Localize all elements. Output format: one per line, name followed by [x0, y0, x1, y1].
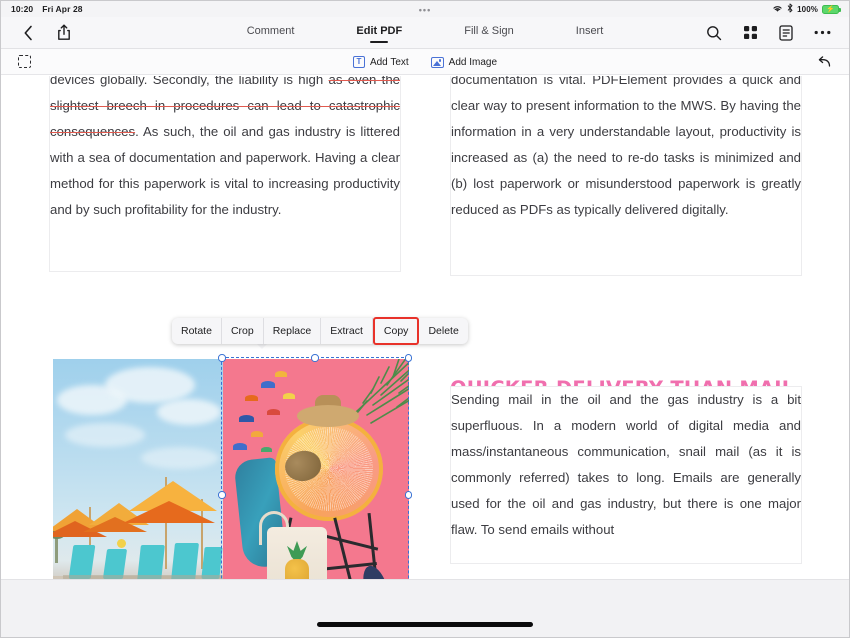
add-text-label: Add Text — [369, 56, 409, 68]
add-image-label: Add Image — [448, 56, 498, 68]
battery-charging-icon: ⚡ — [822, 4, 841, 14]
pink-studio-photo[interactable] — [223, 359, 409, 579]
grid-thumbnails-icon[interactable] — [739, 22, 761, 44]
edit-toolbar: T Add Text Add Image — [1, 49, 849, 75]
context-menu-item-copy[interactable]: Copy — [372, 317, 420, 345]
status-date: Fri Apr 28 — [42, 4, 83, 14]
left-col-line1: devices globally. Secondly, the liabilit… — [50, 76, 324, 87]
more-options-icon[interactable] — [811, 22, 833, 44]
search-icon[interactable] — [703, 22, 725, 44]
document-viewport[interactable]: devices globally. Secondly, the liabilit… — [1, 76, 849, 579]
pdf-editor-app: 10:20 Fri Apr 28 ••• 100% ⚡ Comment Edit… — [0, 0, 850, 638]
bottom-bar — [1, 579, 849, 637]
status-bar: 10:20 Fri Apr 28 ••• 100% ⚡ — [1, 1, 849, 17]
tab-insert[interactable]: Insert — [576, 23, 604, 43]
text-block-right-top[interactable]: documentation is vital. PDFElement provi… — [450, 76, 802, 276]
pdf-page: devices globally. Secondly, the liabilit… — [1, 76, 849, 579]
context-menu-item-replace[interactable]: Replace — [264, 318, 322, 344]
image-row — [53, 359, 409, 579]
home-indicator[interactable] — [317, 622, 533, 627]
tab-comment[interactable]: Comment — [247, 23, 295, 43]
context-menu-item-crop[interactable]: Crop — [222, 318, 264, 344]
page-panel-icon[interactable] — [775, 22, 797, 44]
add-image-icon — [430, 56, 444, 68]
context-menu-item-rotate[interactable]: Rotate — [172, 318, 222, 344]
text-block-left[interactable]: devices globally. Secondly, the liabilit… — [49, 76, 401, 272]
beach-umbrellas-photo[interactable] — [53, 359, 223, 579]
top-toolbar: Comment Edit PDF Fill & Sign Insert — [1, 17, 849, 49]
context-menu-item-extract[interactable]: Extract — [321, 318, 373, 344]
share-icon[interactable] — [53, 22, 75, 44]
tab-fill-and-sign[interactable]: Fill & Sign — [464, 23, 514, 43]
battery-percent: 100% — [797, 4, 818, 14]
multitasking-handle[interactable]: ••• — [419, 5, 431, 15]
context-menu-item-delete[interactable]: Delete — [419, 318, 467, 344]
text-block-right-bottom[interactable]: Sending mail in the oil and the gas indu… — [450, 386, 802, 564]
image-context-menu: Rotate Crop Replace Extract Copy Delete — [172, 317, 468, 345]
back-chevron-icon[interactable] — [17, 22, 39, 44]
tab-edit-pdf[interactable]: Edit PDF — [356, 23, 402, 43]
bluetooth-icon — [787, 3, 793, 15]
wifi-icon — [772, 4, 783, 15]
add-text-button[interactable]: T Add Text — [352, 56, 409, 68]
add-text-icon: T — [352, 56, 365, 68]
add-image-button[interactable]: Add Image — [430, 56, 498, 68]
status-time: 10:20 — [11, 4, 34, 14]
